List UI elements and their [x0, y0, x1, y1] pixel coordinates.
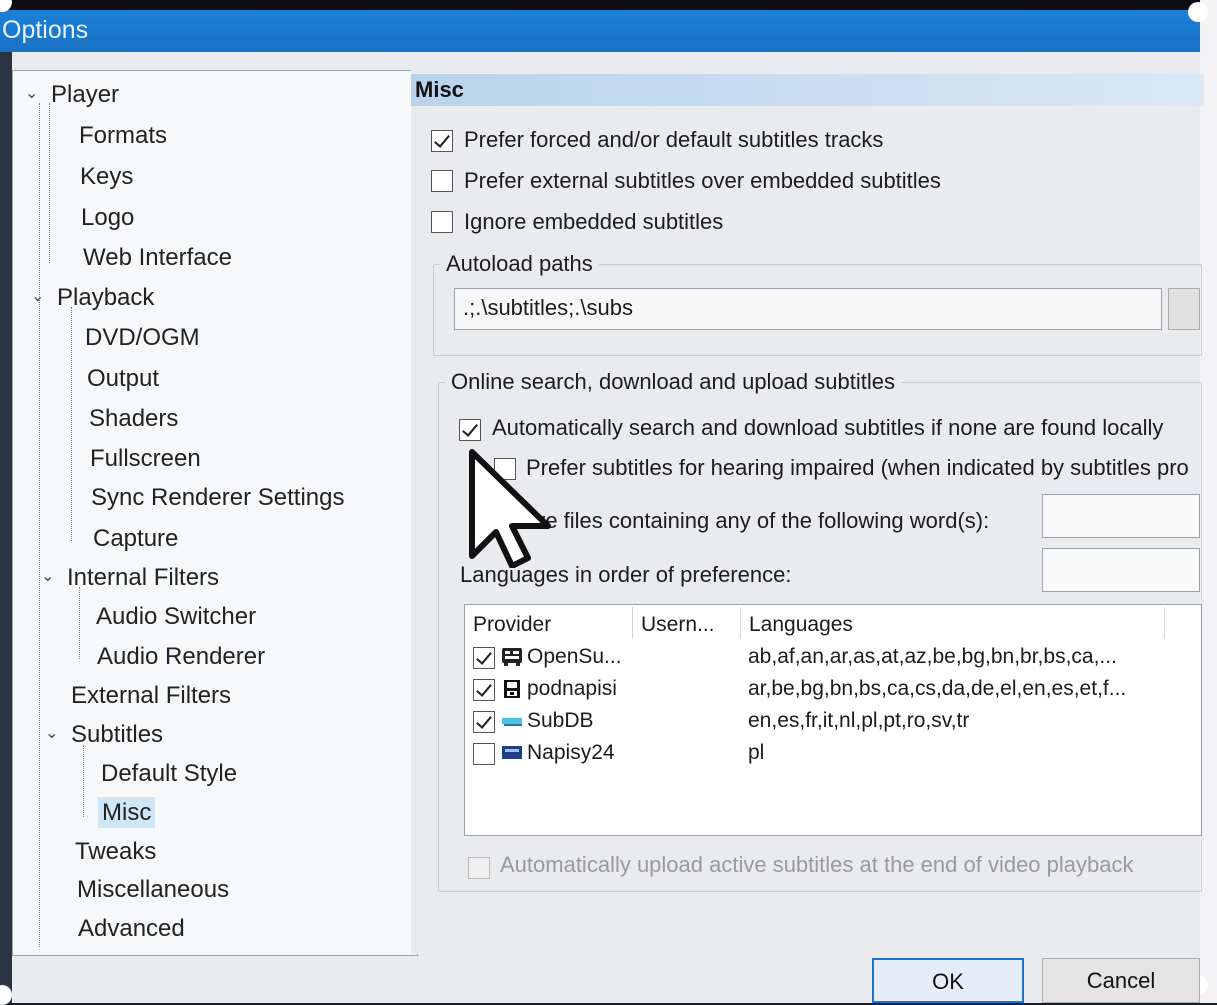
- table-row[interactable]: podnapisi ar,be,bg,bn,bs,ca,cs,da,de,el,…: [465, 675, 1201, 707]
- cancel-button[interactable]: Cancel: [1042, 958, 1200, 1003]
- chevron-down-icon[interactable]: ⌄: [45, 723, 58, 743]
- tree-item-shaders[interactable]: Shaders: [89, 405, 178, 433]
- tree-item-capture[interactable]: Capture: [93, 525, 178, 553]
- napisy24-icon: [502, 746, 522, 759]
- auto-upload-label: Automatically upload active subtitles at…: [500, 852, 1134, 877]
- prefer-external-checkbox[interactable]: [431, 170, 453, 192]
- chevron-down-icon[interactable]: ⌄: [31, 286, 44, 306]
- tree-item-label: Misc: [98, 797, 156, 828]
- tree-item-label: Keys: [80, 163, 134, 190]
- tree-item-label: Playback: [57, 284, 155, 311]
- autoload-reset-button[interactable]: [1168, 288, 1200, 330]
- provider-checkbox[interactable]: [473, 679, 495, 701]
- tree-item-label: Output: [87, 365, 160, 392]
- table-row[interactable]: OpenSu... ab,af,an,ar,as,at,az,be,bg,bn,…: [465, 643, 1201, 675]
- tree-item-miscellaneous[interactable]: Miscellaneous: [77, 876, 229, 904]
- tree-item-label: Audio Switcher: [96, 603, 257, 630]
- table-row[interactable]: Napisy24 pl: [465, 739, 1201, 771]
- online-group-title: Online search, download and upload subti…: [445, 369, 901, 395]
- tree-item-advanced[interactable]: Advanced: [78, 915, 185, 943]
- tree-item-label: DVD/OGM: [85, 324, 200, 351]
- languages-input[interactable]: [1042, 548, 1200, 592]
- options-tree[interactable]: ⌄ Player Formats Keys Logo Web Interface…: [12, 70, 418, 956]
- exclude-words-input[interactable]: [1042, 494, 1200, 538]
- column-header-username[interactable]: Usern...: [633, 607, 741, 639]
- tree-item-label: Capture: [93, 525, 179, 552]
- column-header-provider[interactable]: Provider: [465, 607, 633, 639]
- tree-item-fullscreen[interactable]: Fullscreen: [90, 445, 201, 473]
- provider-name: podnapisi: [527, 677, 617, 700]
- provider-checkbox[interactable]: [473, 647, 495, 669]
- window-title: Options: [2, 16, 89, 44]
- providers-list[interactable]: Provider Usern... Languages OpenSu... ab…: [464, 604, 1202, 836]
- provider-checkbox[interactable]: [473, 743, 495, 765]
- tree-item-label: Shaders: [89, 405, 179, 432]
- tree-item-logo[interactable]: Logo: [81, 204, 134, 232]
- auto-search-label: Automatically search and download subtit…: [492, 415, 1164, 440]
- tree-item-label: External Filters: [71, 682, 232, 709]
- tree-item-audio-renderer[interactable]: Audio Renderer: [97, 643, 265, 671]
- ignore-embedded-checkbox[interactable]: [431, 211, 453, 233]
- languages-label: Languages in order of preference:: [460, 562, 792, 587]
- provider-languages: en,es,fr,it,nl,pl,pt,ro,sv,tr: [748, 709, 970, 732]
- window-titlebar[interactable]: Options: [0, 10, 1202, 54]
- provider-languages: pl: [748, 741, 765, 764]
- provider-checkbox[interactable]: [473, 711, 495, 733]
- prefer-forced-checkbox[interactable]: [431, 130, 453, 152]
- provider-languages: ar,be,bg,bn,bs,ca,cs,da,de,el,en,es,et,f…: [748, 677, 1127, 700]
- tree-item-label: Advanced: [78, 915, 185, 942]
- tree-item-label: Audio Renderer: [97, 643, 266, 670]
- podnapisi-icon: [504, 680, 520, 698]
- tree-item-audio-switcher[interactable]: Audio Switcher: [96, 603, 256, 631]
- tree-item-label: Web Interface: [83, 244, 232, 271]
- tree-item-default-style[interactable]: Default Style: [101, 760, 237, 788]
- prefer-forced-label: Prefer forced and/or default subtitles t…: [464, 127, 884, 152]
- tree-item-external-filters[interactable]: External Filters: [71, 682, 231, 710]
- tree-item-label: Logo: [81, 204, 135, 231]
- tree-item-tweaks[interactable]: Tweaks: [75, 838, 156, 866]
- tree-item-label: Fullscreen: [90, 445, 201, 472]
- hearing-impaired-checkbox[interactable]: [494, 458, 516, 480]
- tree-item-output[interactable]: Output: [87, 365, 159, 393]
- tree-item-label: Subtitles: [71, 721, 164, 748]
- ok-button[interactable]: OK: [872, 958, 1024, 1003]
- opensubtitles-icon: [502, 648, 522, 666]
- exclude-words-label: re files containing any of the following…: [538, 508, 990, 533]
- window-left-edge: [0, 52, 12, 1003]
- provider-name: SubDB: [527, 709, 594, 732]
- tree-item-sync-renderer-settings[interactable]: Sync Renderer Settings: [91, 484, 344, 512]
- prefer-external-label: Prefer external subtitles over embedded …: [464, 168, 941, 193]
- tree-item-label: Default Style: [101, 760, 238, 787]
- corner-handle: [1188, 2, 1208, 22]
- provider-name: OpenSu...: [527, 645, 622, 668]
- auto-upload-checkbox[interactable]: [468, 857, 490, 879]
- tree-item-misc[interactable]: Misc: [98, 797, 156, 828]
- tree-item-label: Miscellaneous: [77, 876, 230, 903]
- tree-item-label: Player: [51, 81, 120, 108]
- tree-item-label: Tweaks: [75, 838, 157, 865]
- tree-item-keys[interactable]: Keys: [80, 163, 133, 191]
- screen-right-edge: [1200, 0, 1217, 1003]
- autoload-paths-input[interactable]: .;.\subtitles;.\subs: [454, 288, 1162, 330]
- subdb-icon: [502, 718, 522, 726]
- chevron-down-icon[interactable]: ⌄: [25, 83, 38, 103]
- chevron-down-icon[interactable]: ⌄: [41, 566, 54, 586]
- tree-item-formats[interactable]: Formats: [79, 122, 167, 150]
- tree-item-label: Formats: [79, 122, 168, 149]
- provider-name: Napisy24: [527, 741, 615, 764]
- page-title: Misc: [411, 74, 1204, 106]
- provider-languages: ab,af,an,ar,as,at,az,be,bg,bn,br,bs,ca,.…: [748, 645, 1117, 668]
- tree-item-label: Sync Renderer Settings: [91, 484, 345, 511]
- auto-search-checkbox[interactable]: [459, 419, 481, 441]
- autoload-title: Autoload paths: [440, 251, 599, 277]
- tree-item-web-interface[interactable]: Web Interface: [83, 244, 232, 272]
- ignore-embedded-label: Ignore embedded subtitles: [464, 209, 724, 234]
- hearing-impaired-label: Prefer subtitles for hearing impaired (w…: [526, 455, 1189, 480]
- tree-item-label: Internal Filters: [67, 564, 220, 591]
- table-row[interactable]: SubDB en,es,fr,it,nl,pl,pt,ro,sv,tr: [465, 707, 1201, 739]
- column-header-languages[interactable]: Languages: [741, 607, 1165, 639]
- tree-item-dvd-ogm[interactable]: DVD/OGM: [85, 324, 200, 352]
